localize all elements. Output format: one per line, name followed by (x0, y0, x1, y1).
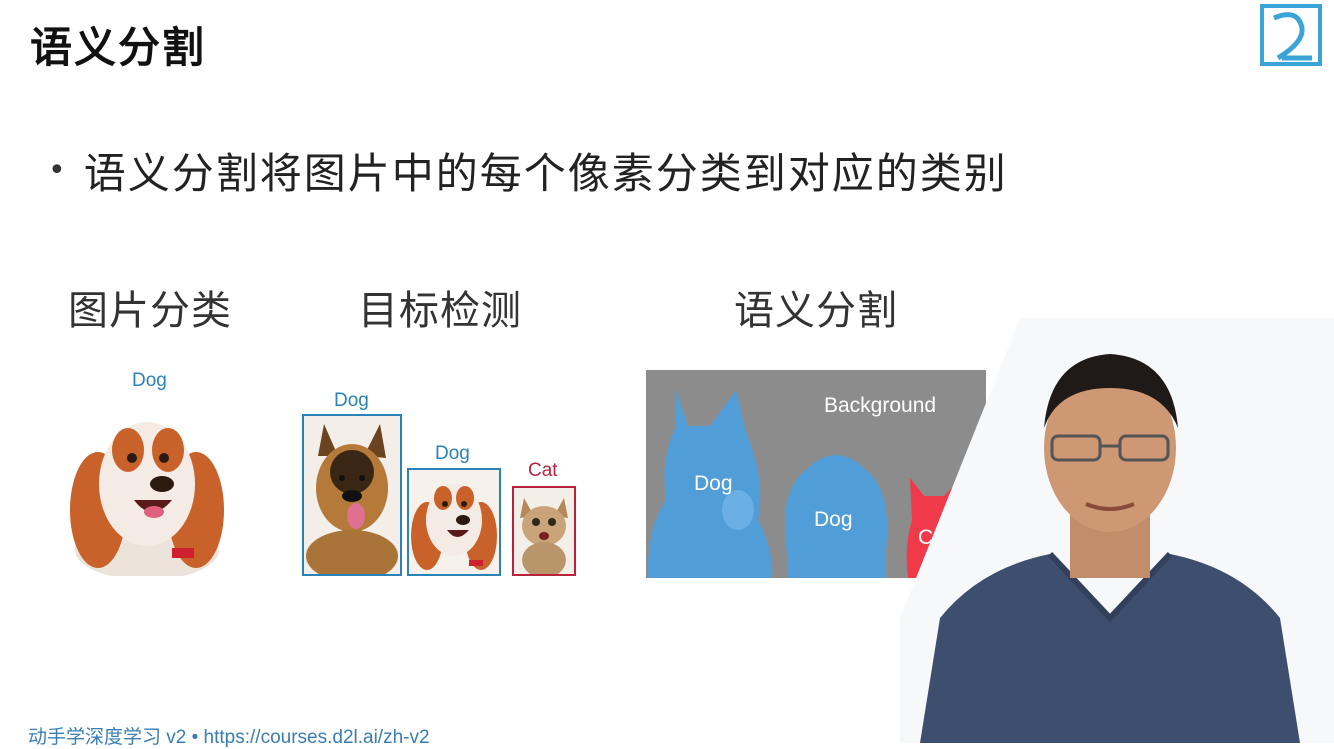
detection-label-3: Cat (528, 460, 558, 481)
segmentation-heading: 语义分割 (734, 288, 898, 334)
detection-box-spaniel (407, 468, 501, 576)
segmentation-label-dog-2: Dog (814, 508, 853, 531)
d2l-logo-icon (1258, 2, 1324, 68)
bullet-dot: • (48, 153, 66, 188)
footer-course-link[interactable]: 动手学深度学习 v2 • https://courses.d2l.ai/zh-v… (28, 722, 430, 749)
bullet-text: 语义分割将图片中的每个像素分类到对应的类别 (83, 149, 1008, 198)
slide-title: 语义分割 (30, 23, 207, 72)
detection-label-2: Dog (435, 443, 470, 464)
classification-label: Dog (132, 370, 167, 391)
presenter-photo (900, 318, 1334, 743)
detection-heading: 目标检测 (358, 288, 522, 334)
classification-heading: 图片分类 (68, 288, 232, 334)
detection-box-shepherd (302, 414, 402, 576)
detection-label-1: Dog (334, 390, 369, 411)
detection-box-cat (512, 486, 576, 576)
bullet-item: • 语义分割将图片中的每个像素分类到对应的类别 (48, 140, 1008, 201)
dog-image (68, 400, 226, 576)
segmentation-label-dog-1: Dog (694, 472, 733, 495)
